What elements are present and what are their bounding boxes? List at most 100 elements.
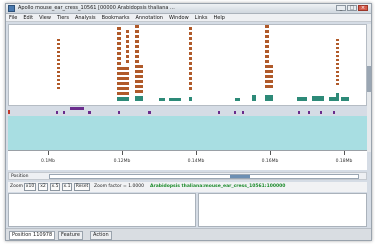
maximize-icon[interactable]: □ [347,5,357,11]
gene-model[interactable] [341,97,349,101]
feature[interactable] [57,71,60,73]
feature[interactable] [135,25,139,28]
feature[interactable] [117,92,129,95]
feature[interactable] [126,40,129,43]
menu-edit[interactable]: Edit [23,14,33,21]
gene-model[interactable] [235,98,240,101]
feature[interactable] [135,90,143,93]
feature[interactable] [126,60,129,63]
feature[interactable] [135,40,139,43]
feature[interactable] [135,80,143,83]
feature[interactable] [126,55,129,58]
feature[interactable] [57,39,60,41]
gene-model[interactable] [265,95,273,101]
feature[interactable] [265,75,273,78]
menu-links[interactable]: Links [195,14,208,21]
feature-track-panel[interactable] [8,24,367,106]
feature[interactable] [265,30,269,33]
feature[interactable] [117,82,129,85]
feature[interactable] [265,85,273,88]
zoom-x10-button[interactable]: x10 [24,183,36,191]
feature[interactable] [117,37,121,40]
feature[interactable] [265,80,273,83]
feature[interactable] [117,67,129,70]
menu-help[interactable]: Help [214,14,225,21]
feature[interactable] [117,52,121,55]
feature[interactable] [189,32,192,35]
annotation-feature[interactable] [88,111,91,114]
feature[interactable] [189,72,192,75]
feature[interactable] [265,70,273,73]
feature[interactable] [336,79,339,81]
gene-model[interactable] [336,93,339,101]
feature[interactable] [189,27,192,30]
gene-model[interactable] [117,97,129,101]
zoom-x01-button[interactable]: x.1 [62,183,72,191]
feature-detail-panel[interactable] [8,193,196,227]
feature[interactable] [57,83,60,85]
feature[interactable] [265,25,269,28]
tab-position[interactable]: Position 110978 [9,231,56,240]
feature[interactable] [189,52,192,55]
menu-file[interactable]: File [9,14,17,21]
feature[interactable] [265,35,269,38]
gene-model[interactable] [312,96,324,101]
feature[interactable] [57,87,60,89]
feature[interactable] [189,82,192,85]
annotation-feature[interactable] [320,111,322,114]
annotation-feature[interactable] [308,111,310,114]
feature[interactable] [117,47,121,50]
annotation-feature[interactable] [333,111,335,114]
feature[interactable] [336,59,339,61]
feature[interactable] [135,35,139,38]
feature[interactable] [189,42,192,45]
scroll-thumb[interactable] [367,66,371,92]
feature-track-canvas[interactable] [9,25,366,105]
menu-tiers[interactable]: Tiers [57,14,69,21]
feature[interactable] [189,57,192,60]
gene-model[interactable] [159,98,165,101]
feature[interactable] [117,42,121,45]
feature[interactable] [57,55,60,57]
feature[interactable] [57,59,60,61]
feature[interactable] [336,55,339,57]
gene-model[interactable] [189,97,192,101]
annotation-feature[interactable] [218,111,220,114]
reverse-strand-band[interactable] [8,116,367,150]
feature[interactable] [135,45,139,48]
feature[interactable] [336,63,339,65]
gene-model[interactable] [135,96,143,101]
gene-model[interactable] [169,98,181,101]
feature[interactable] [189,67,192,70]
feature[interactable] [117,62,121,65]
menu-view[interactable]: View [39,14,51,21]
feature[interactable] [57,79,60,81]
feature[interactable] [189,87,192,90]
feature[interactable] [189,62,192,65]
feature[interactable] [336,43,339,45]
feature[interactable] [135,70,143,73]
feature[interactable] [189,37,192,40]
feature[interactable] [336,75,339,77]
zoom-x05-button[interactable]: x.5 [50,183,60,191]
menu-annotation[interactable]: Annotation [136,14,163,21]
tab-feature[interactable]: Feature [58,231,83,240]
annotation-feature[interactable] [242,111,244,114]
feature[interactable] [336,67,339,69]
feature[interactable] [117,72,129,75]
feature[interactable] [135,75,143,78]
zoom-x2-button[interactable]: x2 [38,183,48,191]
minimize-icon[interactable]: _ [336,5,346,11]
feature[interactable] [57,75,60,77]
feature[interactable] [265,65,273,68]
scroll-thumb[interactable] [230,175,250,178]
menu-analysis[interactable]: Analysis [75,14,96,21]
feature[interactable] [336,47,339,49]
feature[interactable] [336,83,339,85]
tab-action[interactable]: Action [90,231,112,240]
feature[interactable] [135,65,143,68]
feature[interactable] [57,47,60,49]
feature[interactable] [189,77,192,80]
feature[interactable] [117,77,129,80]
feature[interactable] [336,71,339,73]
